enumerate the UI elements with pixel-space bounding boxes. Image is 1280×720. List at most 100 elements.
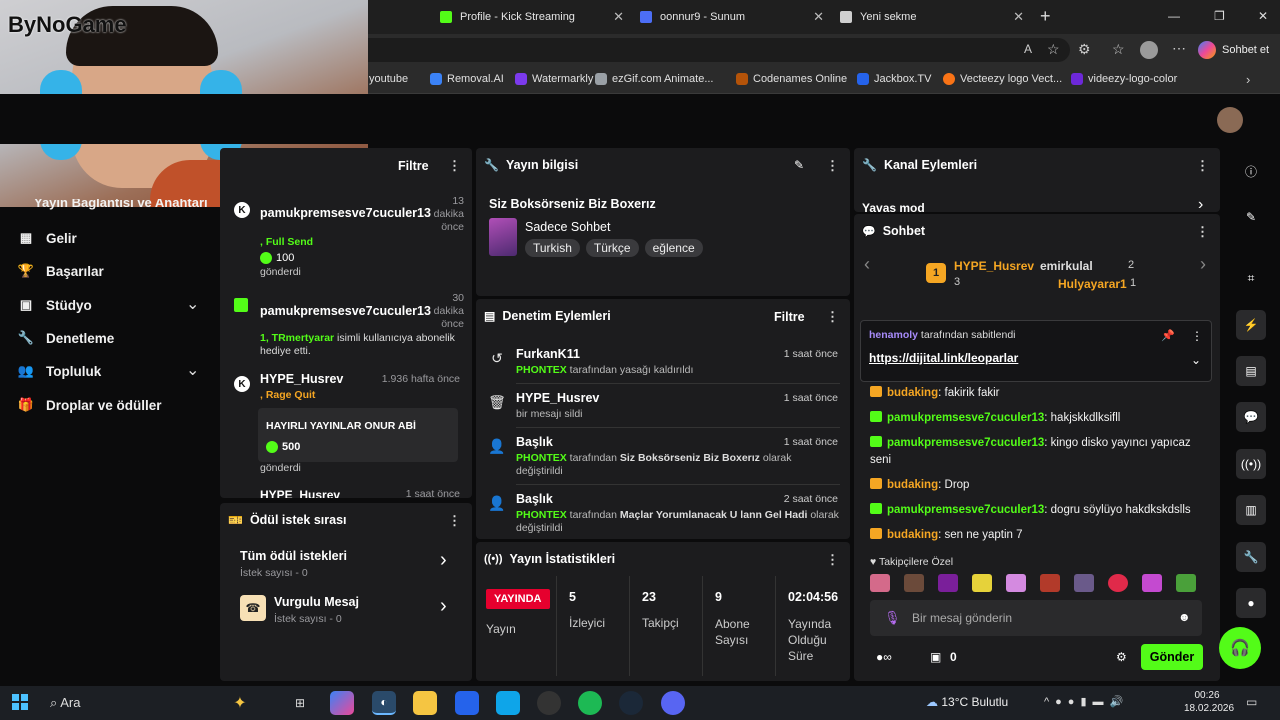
- emote-icon[interactable]: [904, 574, 924, 592]
- maximize-button[interactable]: ❐: [1214, 9, 1225, 23]
- layout-icon[interactable]: ▥: [1236, 495, 1266, 525]
- emote-icon[interactable]: [1040, 574, 1060, 592]
- edge-browser-icon[interactable]: ◐: [372, 691, 396, 715]
- bookmark-watermarkly[interactable]: Watermarkly: [515, 73, 593, 85]
- copilot-sparkle-icon[interactable]: ✦: [228, 691, 252, 715]
- chevron-down-icon[interactable]: ⌄: [1191, 353, 1201, 367]
- leaderboard-user[interactable]: emirkulal: [1040, 259, 1093, 273]
- close-tab-icon[interactable]: ✕: [613, 9, 624, 25]
- close-tab-icon[interactable]: ✕: [1013, 9, 1024, 25]
- info-icon[interactable]: ⓘ: [1236, 156, 1266, 186]
- tab-sunum[interactable]: oonnur9 - Sunum ✕: [632, 0, 832, 34]
- task-view-icon[interactable]: ⊞: [288, 691, 312, 715]
- event-user[interactable]: pamukpremsesve7cuculer13: [260, 206, 431, 220]
- url-input[interactable]: [340, 38, 1070, 62]
- file-explorer-icon[interactable]: [413, 691, 437, 715]
- windows-start-icon[interactable]: [12, 694, 28, 710]
- notification-icon[interactable]: ▭: [1246, 695, 1257, 709]
- bookmark-codenames[interactable]: Codenames Online: [736, 73, 847, 85]
- channel-points-icon[interactable]: ●∞: [876, 650, 892, 664]
- mail-icon[interactable]: [496, 691, 520, 715]
- reward-all-requests[interactable]: Tüm ödül istekleri İstek sayısı - 0 ›: [228, 545, 464, 585]
- broadcast-icon[interactable]: ((•)): [1236, 449, 1266, 479]
- lightning-icon[interactable]: ⚡: [1236, 310, 1266, 340]
- more-menu-icon[interactable]: ⋯: [1172, 40, 1186, 57]
- bookmarks-overflow-icon[interactable]: ›: [1246, 72, 1250, 87]
- emote-icon[interactable]: [870, 574, 890, 592]
- moderation-filter-button[interactable]: Filtre: [774, 310, 805, 324]
- bookmark-youtube[interactable]: youtube: [369, 73, 408, 85]
- event-user[interactable]: HYPE_Husrev: [260, 372, 343, 386]
- sidebar-item-gelir[interactable]: ▦ Gelir: [18, 230, 77, 246]
- chat-icon[interactable]: 💬: [1236, 402, 1266, 432]
- emote-icon[interactable]: [938, 574, 958, 592]
- screenshot-icon[interactable]: ⌗: [1236, 263, 1266, 293]
- steam-icon[interactable]: [619, 691, 643, 715]
- more-options-icon[interactable]: ⋮: [826, 310, 839, 323]
- copilot-app-icon[interactable]: [330, 691, 354, 715]
- event-user[interactable]: pamukpremsesve7cuculer13: [260, 304, 431, 318]
- close-tab-icon[interactable]: ✕: [813, 9, 824, 25]
- minimize-button[interactable]: —: [1168, 9, 1180, 23]
- bookmark-vecteezy[interactable]: Vecteezy logo Vect...: [943, 73, 1062, 85]
- favorites-icon[interactable]: ☆: [1112, 41, 1125, 58]
- more-options-icon[interactable]: ⋮: [826, 159, 839, 172]
- discord-icon[interactable]: [661, 691, 685, 715]
- edit-icon[interactable]: ✎: [1236, 202, 1266, 232]
- sidebar-item-droplar[interactable]: 🎁 Droplar ve ödüller: [18, 397, 162, 413]
- sidebar-item-basarilar[interactable]: 🏆 Başarılar: [18, 263, 104, 279]
- notes-icon[interactable]: ▤: [1236, 356, 1266, 386]
- chevron-down-icon[interactable]: ⌄: [186, 360, 199, 380]
- microphone-icon[interactable]: 🎙: [884, 610, 901, 626]
- more-options-icon[interactable]: ⋮: [448, 514, 461, 527]
- close-window-button[interactable]: ✕: [1258, 9, 1268, 23]
- more-options-icon[interactable]: ⋮: [1196, 225, 1209, 238]
- chevron-left-icon[interactable]: ‹: [864, 254, 870, 275]
- chevron-down-icon[interactable]: ⌄: [186, 294, 199, 314]
- community-icon[interactable]: ●: [1236, 588, 1266, 618]
- sidebar-item-stream-key[interactable]: Yayın Bağlantısı ve Anahtarı: [34, 199, 214, 211]
- bookmark-jackbox[interactable]: Jackbox.TV: [857, 73, 931, 85]
- copilot-button[interactable]: Sohbet et: [1198, 38, 1269, 62]
- event-user[interactable]: HYPE_Husrev: [260, 488, 340, 498]
- system-tray-icons[interactable]: ^●●▮▬🔊: [1044, 695, 1129, 708]
- emote-icon[interactable]: [1006, 574, 1026, 592]
- emote-icon[interactable]: [972, 574, 992, 592]
- extensions-icon[interactable]: ⚙: [1078, 41, 1091, 58]
- more-options-icon[interactable]: ⋮: [1196, 159, 1209, 172]
- chat-input[interactable]: 🎙 Bir mesaj gönderin ☻: [870, 600, 1202, 636]
- profile-avatar[interactable]: [1140, 41, 1158, 59]
- store-icon[interactable]: [455, 691, 479, 715]
- leaderboard-user[interactable]: Hulyayarar1: [1058, 277, 1127, 291]
- send-button[interactable]: Gönder: [1141, 644, 1203, 670]
- emote-icon[interactable]: [1176, 574, 1196, 592]
- weather-widget[interactable]: ☁ 13°C Bulutlu: [926, 695, 1008, 709]
- more-options-icon[interactable]: ⋮: [448, 159, 461, 172]
- emote-icon[interactable]: [1142, 574, 1162, 592]
- slow-mode-item[interactable]: Yavaş mod: [862, 201, 925, 212]
- reward-highlight-message[interactable]: Vurgulu Mesaj İstek sayısı - 0 ›: [228, 591, 464, 631]
- user-avatar[interactable]: [1217, 107, 1243, 133]
- tab-kick-profile[interactable]: Profile - Kick Streaming ✕: [432, 0, 632, 34]
- tab-new[interactable]: Yeni sekme ✕: [832, 0, 1032, 34]
- spotify-icon[interactable]: [578, 691, 602, 715]
- bookmark-ezgif[interactable]: ezGif.com Animate...: [595, 73, 713, 85]
- emote-icon[interactable]: [1074, 574, 1094, 592]
- favorite-star-icon[interactable]: ☆: [1047, 41, 1060, 58]
- bookmark-videezy[interactable]: videezy-logo-color: [1071, 73, 1177, 85]
- sidebar-item-topluluk[interactable]: 👥 Topluluk: [18, 363, 101, 379]
- sidebar-item-studyo[interactable]: ▣ Stüdyo: [18, 297, 92, 313]
- more-options-icon[interactable]: ⋮: [1191, 329, 1203, 343]
- emote-icon[interactable]: [1108, 574, 1128, 592]
- emoji-icon[interactable]: ☻: [1178, 610, 1191, 624]
- stream-category[interactable]: Sadece Sohbet: [525, 220, 611, 234]
- pinned-link[interactable]: https://dijital.link/leoparlar: [869, 351, 1018, 365]
- taskbar-search[interactable]: ⌕ Ara: [50, 695, 80, 711]
- pin-icon[interactable]: 📌: [1161, 329, 1175, 342]
- obs-icon[interactable]: [537, 691, 561, 715]
- new-tab-button[interactable]: +: [1040, 6, 1051, 27]
- more-options-icon[interactable]: ⋮: [826, 553, 839, 566]
- support-headset-icon[interactable]: 🎧: [1219, 627, 1261, 669]
- wrench-icon[interactable]: 🔧: [1236, 542, 1266, 572]
- chevron-right-icon[interactable]: ›: [1198, 196, 1203, 212]
